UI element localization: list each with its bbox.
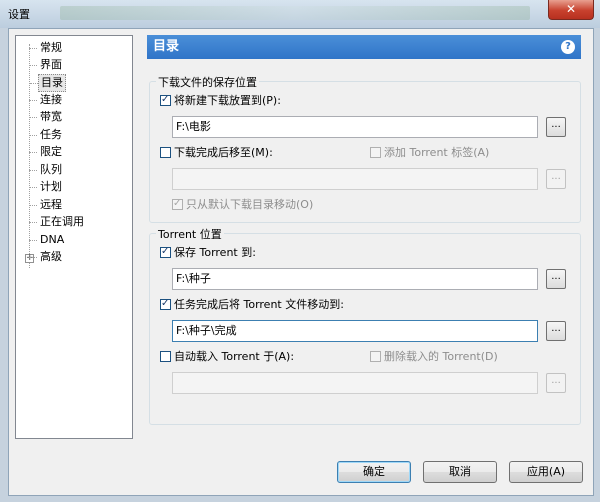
torrent-group-label: Torrent 位置: [156, 226, 224, 242]
move-completed-checkbox[interactable]: [160, 147, 171, 158]
close-button[interactable]: ✕: [548, 0, 594, 20]
only-default-checkbox[interactable]: [172, 197, 183, 211]
save-torrent-browse-button[interactable]: ...: [546, 269, 566, 289]
move-completed-row[interactable]: 下载完成后移至(M):: [160, 146, 273, 160]
tree-item-scheduler[interactable]: 计划: [29, 179, 64, 195]
autoload-checkbox[interactable]: [160, 351, 171, 362]
apply-button[interactable]: 应用(A): [509, 461, 583, 483]
cancel-button[interactable]: 取消: [423, 461, 497, 483]
tree-item-bandwidth[interactable]: 带宽: [29, 109, 64, 125]
only-default-row[interactable]: 只从默认下载目录移动(O): [172, 197, 314, 212]
tree-item-running[interactable]: 正在调用: [29, 214, 86, 230]
move-completed-label: 下载完成后移至(M):: [174, 146, 273, 159]
delete-loaded-label: 删除载入的 Torrent(D): [384, 350, 498, 363]
add-tag-checkbox[interactable]: [370, 147, 381, 158]
tree-item-directories[interactable]: 目录: [30, 74, 66, 92]
ok-button[interactable]: 确定: [337, 461, 411, 483]
delete-loaded-row[interactable]: 删除载入的 Torrent(D): [370, 350, 498, 364]
download-group-label: 下载文件的保存位置: [156, 74, 259, 90]
background-blur: [60, 6, 530, 20]
add-tag-label: 添加 Torrent 标签(A): [384, 146, 490, 159]
tree-item-ui[interactable]: 界面: [29, 57, 64, 73]
put-new-browse-button[interactable]: ...: [546, 117, 566, 137]
tree-item-advanced[interactable]: 高级: [29, 249, 64, 265]
tree-item-dna[interactable]: DNA: [28, 232, 66, 248]
torrent-location-group: Torrent 位置 保存 Torrent 到: F:\种子 ... 任务完成后…: [149, 226, 581, 425]
title-bar[interactable]: 设置 ✕: [0, 0, 600, 28]
move-done-path-field[interactable]: F:\种子\完成: [172, 320, 538, 342]
tree-item-remote[interactable]: 远程: [29, 197, 64, 213]
help-icon[interactable]: ?: [561, 40, 575, 54]
put-new-path-field[interactable]: F:\电影: [172, 116, 538, 138]
window-title: 设置: [8, 8, 30, 21]
save-torrent-checkbox[interactable]: [160, 245, 171, 259]
delete-loaded-checkbox[interactable]: [370, 351, 381, 362]
tree-item-connection[interactable]: 连接: [29, 92, 64, 108]
panel-header: 目录 ?: [147, 35, 581, 59]
move-done-browse-button[interactable]: ...: [546, 321, 566, 341]
put-new-label: 将新建下载放置到(P):: [174, 94, 281, 107]
autoload-browse-button[interactable]: ...: [546, 373, 566, 393]
dialog-body: 常规 界面 目录 连接 带宽 任务 限定 队列 计划 远程 正在调用 DNA +…: [8, 28, 594, 496]
move-done-row[interactable]: 任务完成后将 Torrent 文件移动到:: [160, 297, 344, 312]
save-torrent-row[interactable]: 保存 Torrent 到:: [160, 245, 256, 260]
autoload-row[interactable]: 自动载入 Torrent 于(A):: [160, 350, 294, 364]
autoload-path-field[interactable]: [172, 372, 538, 394]
move-done-checkbox[interactable]: [160, 297, 171, 311]
settings-window: 设置 ✕ 常规 界面 目录 连接 带宽 任务 限定 队列 计划 远程 正在调用 …: [0, 0, 600, 502]
only-default-label: 只从默认下载目录移动(O): [186, 198, 314, 211]
move-completed-browse-button[interactable]: ...: [546, 169, 566, 189]
save-torrent-label: 保存 Torrent 到:: [174, 246, 256, 259]
tree-item-tasks[interactable]: 任务: [29, 127, 64, 143]
panel-title: 目录: [153, 39, 180, 54]
download-location-group: 下载文件的保存位置 将新建下载放置到(P): F:\电影 ... 下载完成后移至…: [149, 74, 581, 223]
put-new-row[interactable]: 将新建下载放置到(P):: [160, 93, 281, 108]
move-completed-path-field[interactable]: [172, 168, 538, 190]
autoload-label: 自动载入 Torrent 于(A):: [174, 350, 295, 363]
add-tag-row[interactable]: 添加 Torrent 标签(A): [370, 146, 489, 160]
settings-tree[interactable]: 常规 界面 目录 连接 带宽 任务 限定 队列 计划 远程 正在调用 DNA +…: [15, 35, 133, 439]
expand-icon[interactable]: +: [25, 254, 34, 263]
move-done-label: 任务完成后将 Torrent 文件移动到:: [174, 298, 344, 311]
tree-connector: [29, 44, 30, 268]
tree-item-general[interactable]: 常规: [29, 40, 64, 56]
save-torrent-path-field[interactable]: F:\种子: [172, 268, 538, 290]
put-new-checkbox[interactable]: [160, 93, 171, 107]
tree-item-queue[interactable]: 队列: [29, 162, 64, 178]
tree-item-limits[interactable]: 限定: [29, 144, 64, 160]
